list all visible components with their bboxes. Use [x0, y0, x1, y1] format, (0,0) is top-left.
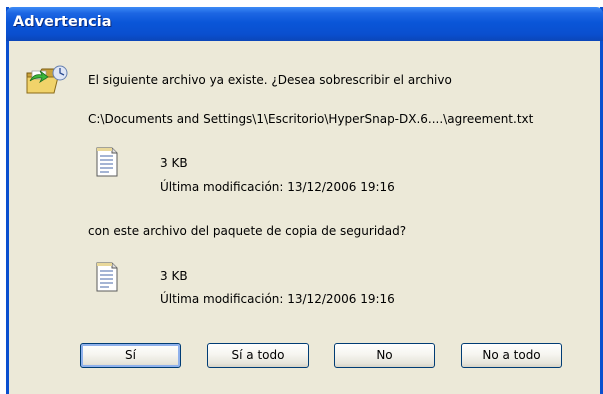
- question-text: con este archivo del paquete de copia de…: [88, 224, 407, 238]
- message-text: El siguiente archivo ya existe. ¿Desea s…: [88, 73, 452, 87]
- warning-dialog: Advertencia El siguiente archivo ya exis…: [6, 7, 603, 394]
- no-to-all-button[interactable]: No a todo: [461, 343, 562, 368]
- yes-button-label: Sí: [125, 348, 136, 362]
- no-button[interactable]: No: [334, 343, 435, 368]
- backup-file-modified: Última modificación: 13/12/2006 19:16: [160, 292, 395, 306]
- dialog-title: Advertencia: [13, 14, 112, 30]
- yes-to-all-button-label: Sí a todo: [231, 348, 285, 362]
- text-file-icon: [96, 262, 118, 292]
- title-bar[interactable]: Advertencia: [6, 7, 603, 41]
- no-button-label: No: [376, 348, 393, 362]
- file-path: C:\Documents and Settings\1\Escritorio\H…: [88, 112, 534, 126]
- no-to-all-button-label: No a todo: [482, 348, 541, 362]
- folder-replace-icon: [26, 65, 68, 94]
- yes-button[interactable]: Sí: [80, 343, 181, 368]
- backup-file-size: 3 KB: [160, 269, 188, 283]
- text-file-icon: [96, 147, 118, 177]
- existing-file-size: 3 KB: [160, 156, 188, 170]
- yes-to-all-button[interactable]: Sí a todo: [207, 343, 309, 368]
- existing-file-modified: Última modificación: 13/12/2006 19:16: [160, 180, 395, 194]
